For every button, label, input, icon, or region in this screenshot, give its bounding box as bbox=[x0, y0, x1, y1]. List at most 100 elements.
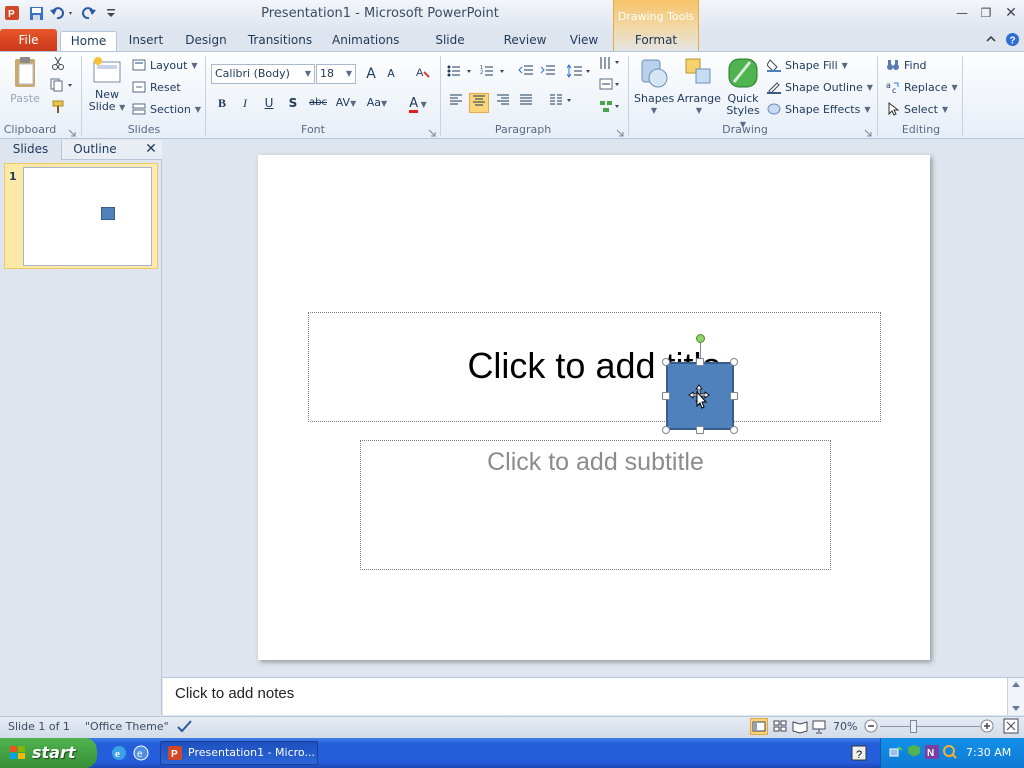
tab-transitions[interactable]: Transitions bbox=[247, 31, 313, 52]
paragraph-launcher-icon[interactable] bbox=[616, 126, 624, 137]
shapes-button[interactable]: Shapes ▼ bbox=[634, 56, 674, 120]
close-button[interactable]: ✕ bbox=[1002, 6, 1020, 20]
bold-button[interactable]: B bbox=[212, 93, 232, 113]
tab-file[interactable]: File bbox=[0, 29, 57, 51]
shape-effects-button[interactable]: Shape Effects ▼ bbox=[767, 102, 871, 116]
grow-font-button[interactable]: A bbox=[361, 64, 381, 84]
line-spacing-button[interactable] bbox=[566, 64, 594, 84]
resize-handle-bottom-left[interactable] bbox=[662, 426, 670, 434]
reading-view-icon[interactable] bbox=[792, 719, 808, 735]
italic-button[interactable]: I bbox=[235, 93, 255, 113]
zoom-level[interactable]: 70% bbox=[833, 720, 857, 733]
new-slide-button[interactable]: New Slide ▼ bbox=[88, 56, 126, 122]
normal-view-icon[interactable] bbox=[750, 718, 768, 735]
notes-scrollbar[interactable] bbox=[1007, 678, 1024, 715]
slide-thumbnail[interactable] bbox=[23, 167, 152, 266]
find-button[interactable]: Find bbox=[886, 58, 927, 72]
slide-sorter-icon[interactable] bbox=[772, 719, 788, 735]
character-spacing-button[interactable]: AV▼ bbox=[333, 93, 359, 113]
shape-fill-button[interactable]: Shape Fill ▼ bbox=[767, 58, 848, 72]
font-color-button[interactable]: A ▼ bbox=[403, 93, 433, 113]
shrink-font-button[interactable]: A bbox=[381, 64, 401, 84]
smartart-button[interactable] bbox=[598, 99, 624, 119]
align-right-icon[interactable] bbox=[493, 93, 513, 113]
resize-handle-bottom[interactable] bbox=[696, 426, 704, 434]
search-tray-icon[interactable] bbox=[942, 744, 958, 760]
fit-to-window-icon[interactable] bbox=[1003, 718, 1019, 734]
taskbar-item-powerpoint[interactable]: Presentation1 - Micro... bbox=[160, 741, 318, 765]
security-tray-icon[interactable] bbox=[906, 744, 922, 760]
numbering-button[interactable]: 12 bbox=[479, 64, 509, 84]
font-size-combo[interactable]: 18 ▼ bbox=[316, 64, 356, 84]
zoom-in-icon[interactable] bbox=[980, 719, 994, 733]
tab-slide-show[interactable]: Slide Show bbox=[418, 31, 482, 65]
layout-button[interactable]: Layout ▼ bbox=[132, 58, 198, 72]
replace-button[interactable]: ac Replace ▼ bbox=[886, 80, 958, 95]
network-tray-icon[interactable] bbox=[888, 744, 904, 760]
theme-name[interactable]: "Office Theme" bbox=[85, 720, 169, 733]
zoom-out-icon[interactable] bbox=[864, 719, 878, 733]
resize-handle-right[interactable] bbox=[730, 392, 738, 400]
subtitle-placeholder-text[interactable]: Click to add subtitle bbox=[360, 448, 831, 477]
title-placeholder-text[interactable]: Click to add title bbox=[308, 345, 881, 387]
shape-outline-button[interactable]: Shape Outline ▼ bbox=[767, 80, 873, 94]
font-family-combo[interactable]: Calibri (Body) ▼ bbox=[211, 64, 315, 84]
font-launcher-icon[interactable] bbox=[428, 126, 436, 137]
tab-review[interactable]: Review bbox=[502, 31, 548, 52]
bullets-button[interactable] bbox=[446, 64, 476, 84]
onenote-tray-icon[interactable]: N bbox=[924, 744, 940, 760]
tab-home[interactable]: Home bbox=[60, 31, 117, 52]
tab-insert[interactable]: Insert bbox=[125, 31, 167, 52]
resize-handle-top-left[interactable] bbox=[662, 358, 670, 366]
arrange-button[interactable]: Arrange ▼ bbox=[677, 56, 721, 120]
clear-formatting-icon[interactable]: A bbox=[413, 64, 433, 84]
spell-check-icon[interactable] bbox=[176, 718, 194, 736]
tab-outline-panel[interactable]: Outline bbox=[63, 140, 127, 160]
notes-placeholder[interactable]: Click to add notes bbox=[175, 685, 294, 702]
tab-design[interactable]: Design bbox=[183, 31, 229, 52]
slide-show-icon[interactable] bbox=[811, 719, 827, 735]
paste-button[interactable]: Paste bbox=[8, 56, 42, 118]
decrease-indent-icon[interactable] bbox=[516, 64, 536, 84]
resize-handle-top-right[interactable] bbox=[730, 358, 738, 366]
cut-icon[interactable] bbox=[48, 56, 68, 76]
tab-slides-panel[interactable]: Slides bbox=[0, 140, 62, 160]
text-shadow-button[interactable]: S bbox=[283, 93, 303, 113]
quick-launch-icon[interactable]: e bbox=[132, 744, 150, 762]
zoom-slider-thumb[interactable] bbox=[910, 720, 917, 733]
quick-styles-button[interactable]: Quick Styles ▼ bbox=[723, 56, 763, 129]
section-button[interactable]: Section ▼ bbox=[132, 102, 201, 116]
minimize-button[interactable]: — bbox=[953, 6, 971, 20]
resize-handle-left[interactable] bbox=[662, 392, 670, 400]
tab-format[interactable]: Format bbox=[632, 31, 680, 52]
columns-button[interactable] bbox=[548, 93, 576, 113]
copy-icon[interactable] bbox=[48, 78, 76, 98]
internet-explorer-icon[interactable]: e bbox=[110, 744, 128, 762]
select-button[interactable]: Select ▼ bbox=[886, 102, 948, 116]
restore-button[interactable]: ❐ bbox=[977, 6, 995, 20]
clock[interactable]: 7:30 AM bbox=[966, 746, 1011, 759]
resize-handle-top[interactable] bbox=[696, 358, 704, 366]
close-panel-icon[interactable]: ✕ bbox=[143, 141, 159, 158]
minimize-ribbon-icon[interactable] bbox=[985, 33, 999, 47]
change-case-button[interactable]: Aa▼ bbox=[364, 93, 390, 113]
help-icon[interactable]: ? bbox=[1005, 32, 1021, 48]
format-painter-icon[interactable] bbox=[48, 100, 68, 120]
align-center-icon[interactable] bbox=[469, 93, 489, 113]
rotation-handle[interactable] bbox=[696, 334, 705, 343]
reset-button[interactable]: Reset bbox=[132, 80, 181, 94]
text-direction-button[interactable] bbox=[598, 55, 624, 75]
resize-handle-bottom-right[interactable] bbox=[730, 426, 738, 434]
align-left-icon[interactable] bbox=[446, 93, 466, 113]
strikethrough-button[interactable]: abc bbox=[306, 93, 330, 113]
tab-view[interactable]: View bbox=[567, 31, 601, 52]
clipboard-launcher-icon[interactable] bbox=[68, 126, 76, 137]
help-tray-icon[interactable]: ? bbox=[850, 744, 868, 762]
align-text-button[interactable] bbox=[598, 77, 624, 97]
zoom-slider-track[interactable] bbox=[880, 726, 980, 727]
drawing-launcher-icon[interactable] bbox=[864, 126, 872, 137]
tab-animations[interactable]: Animations bbox=[332, 31, 399, 52]
justify-icon[interactable] bbox=[516, 93, 536, 113]
underline-button[interactable]: U bbox=[259, 93, 279, 113]
increase-indent-icon[interactable] bbox=[538, 64, 558, 84]
